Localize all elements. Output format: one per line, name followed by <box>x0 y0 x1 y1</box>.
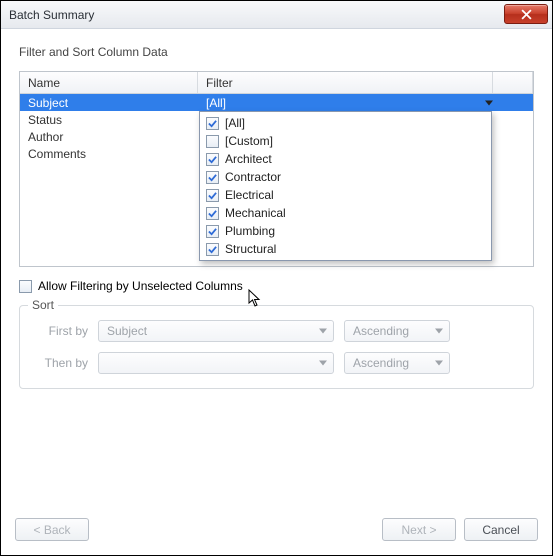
chevron-down-icon <box>319 361 327 366</box>
filter-option-label: Electrical <box>225 188 274 202</box>
column-header-filter[interactable]: Filter <box>198 72 493 93</box>
chevron-down-icon <box>319 329 327 334</box>
column-header-name[interactable]: Name <box>20 72 198 93</box>
filter-option[interactable]: Mechanical <box>200 204 491 222</box>
row-name-cell: Status <box>20 113 198 127</box>
filter-option-checkbox[interactable] <box>206 135 219 148</box>
sort-first-value: Subject <box>107 324 147 338</box>
filter-option-label: Mechanical <box>225 206 286 220</box>
allow-filtering-checkbox[interactable] <box>19 280 32 293</box>
sort-then-order-value: Ascending <box>353 356 409 370</box>
filter-option[interactable]: Architect <box>200 150 491 168</box>
filter-option-checkbox[interactable] <box>206 189 219 202</box>
columns-grid: Name Filter Subject[All]StatusAuthorComm… <box>19 71 534 267</box>
filter-option-label: Structural <box>225 242 276 256</box>
filter-option-checkbox[interactable] <box>206 207 219 220</box>
filter-option[interactable]: [Custom] <box>200 132 491 150</box>
allow-filtering-row[interactable]: Allow Filtering by Unselected Columns <box>19 279 534 293</box>
filter-option-label: Architect <box>225 152 272 166</box>
row-filter-cell[interactable]: [All] <box>198 96 533 110</box>
row-name-cell: Subject <box>20 96 198 110</box>
section-label: Filter and Sort Column Data <box>19 45 538 59</box>
filter-dropdown[interactable]: [All] [Custom] Architect Contractor Electric… <box>199 111 492 261</box>
grid-row[interactable]: Subject[All] <box>20 94 533 111</box>
filter-option[interactable]: Plumbing <box>200 222 491 240</box>
filter-option-label: Plumbing <box>225 224 275 238</box>
filter-option[interactable]: Contractor <box>200 168 491 186</box>
sort-first-order-combo[interactable]: Ascending <box>344 320 450 342</box>
filter-option-label: Contractor <box>225 170 281 184</box>
allow-filtering-label: Allow Filtering by Unselected Columns <box>38 279 243 293</box>
sort-legend: Sort <box>28 298 58 312</box>
filter-option[interactable]: Structural <box>200 240 491 258</box>
filter-option-label: [Custom] <box>225 134 273 148</box>
row-name-cell: Comments <box>20 147 198 161</box>
filter-option-label: [All] <box>225 116 245 130</box>
next-button[interactable]: Next > <box>382 518 456 541</box>
sort-first-combo[interactable]: Subject <box>98 320 334 342</box>
filter-option[interactable]: [All] <box>200 114 491 132</box>
sort-then-label: Then by <box>32 356 88 370</box>
sort-then-combo[interactable] <box>98 352 334 374</box>
back-button[interactable]: < Back <box>15 518 89 541</box>
filter-option[interactable]: Electrical <box>200 186 491 204</box>
close-button[interactable] <box>504 4 548 24</box>
close-icon <box>521 9 532 20</box>
sort-first-label: First by <box>32 324 88 338</box>
filter-option-checkbox[interactable] <box>206 243 219 256</box>
window-title: Batch Summary <box>9 8 94 22</box>
chevron-down-icon <box>435 361 443 366</box>
filter-option-checkbox[interactable] <box>206 225 219 238</box>
sort-first-order-value: Ascending <box>353 324 409 338</box>
sort-group: Sort First by Subject Ascending Then by … <box>19 305 534 389</box>
column-header-spacer <box>493 72 533 93</box>
filter-option-checkbox[interactable] <box>206 171 219 184</box>
sort-then-order-combo[interactable]: Ascending <box>344 352 450 374</box>
filter-option-checkbox[interactable] <box>206 117 219 130</box>
row-name-cell: Author <box>20 130 198 144</box>
chevron-down-icon <box>435 329 443 334</box>
filter-option-checkbox[interactable] <box>206 153 219 166</box>
cancel-button[interactable]: Cancel <box>464 518 538 541</box>
chevron-down-icon <box>485 100 493 105</box>
